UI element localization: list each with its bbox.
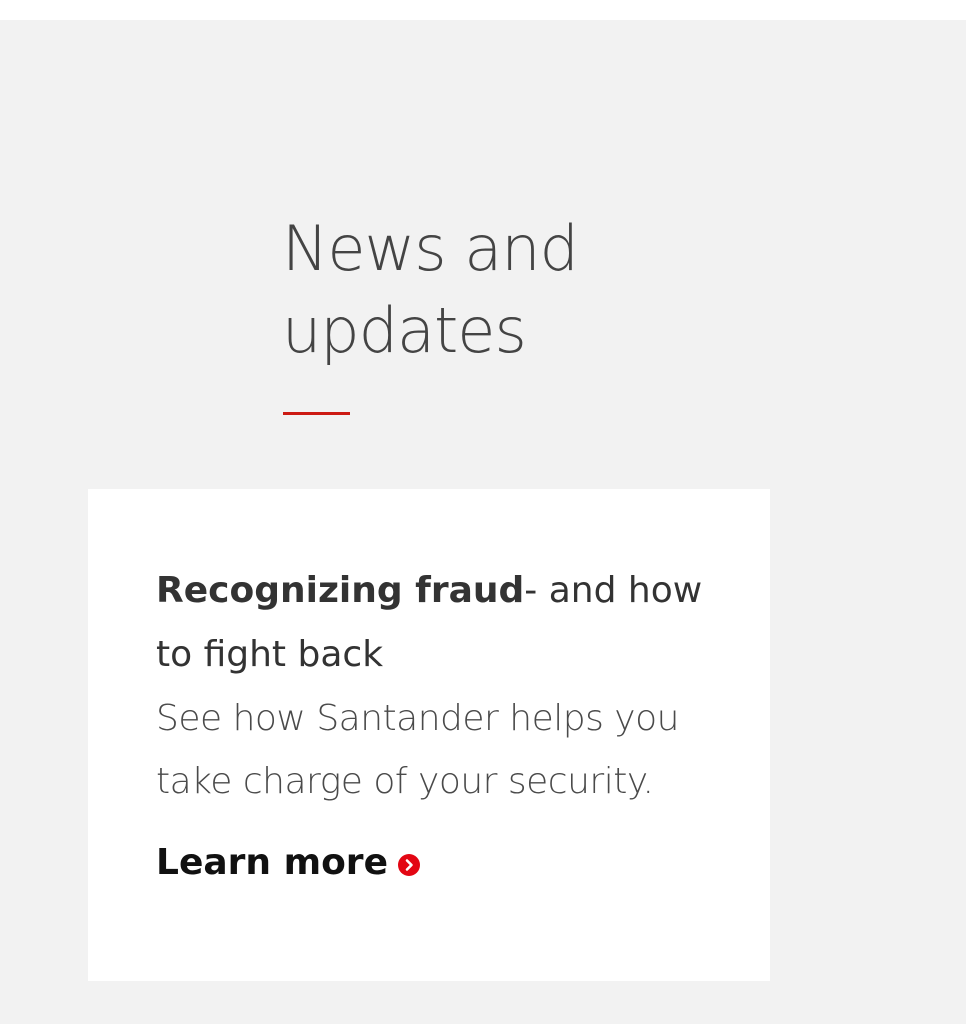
card-title: Recognizing fraud- and how to fight back xyxy=(156,559,716,687)
learn-more-link[interactable]: Learn more xyxy=(156,839,420,887)
card-title-bold: Recognizing fraud xyxy=(156,570,525,611)
heading-accent-divider xyxy=(283,412,350,415)
section-heading-line2: updates xyxy=(282,294,527,367)
section-heading: News and updates xyxy=(282,208,722,372)
news-card: Recognizing fraud- and how to fight back… xyxy=(88,489,770,981)
news-section: News and updates Recognizing fraud- and … xyxy=(0,20,966,1024)
card-description: See how Santander helps you take charge … xyxy=(156,698,679,802)
learn-more-label: Learn more xyxy=(156,842,388,883)
section-heading-line1: News and xyxy=(282,212,579,285)
chevron-right-circle-icon xyxy=(397,854,420,876)
